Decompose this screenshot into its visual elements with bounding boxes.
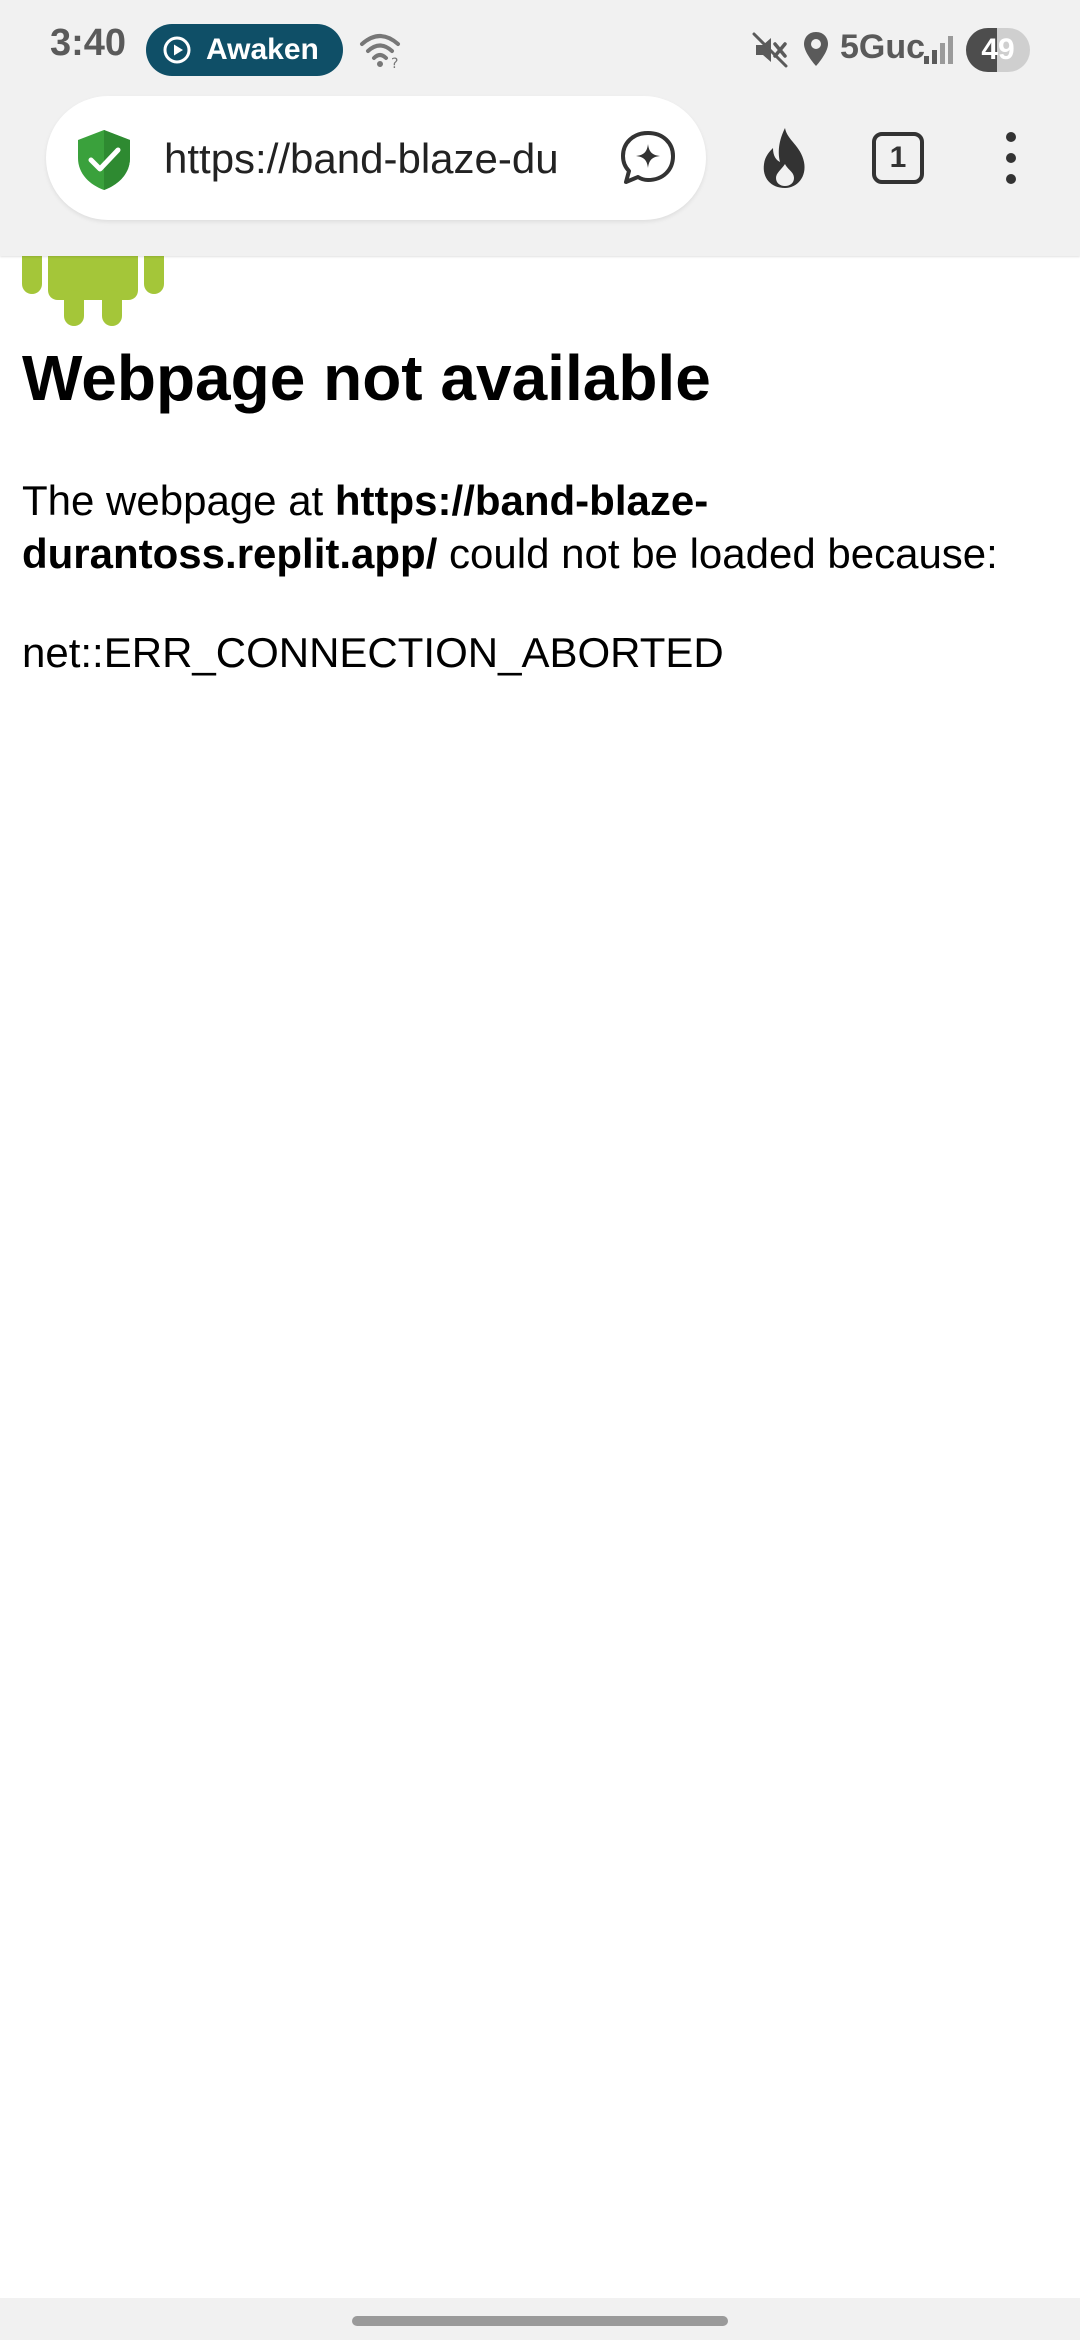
fire-icon[interactable]	[756, 126, 814, 190]
wifi-icon: ?	[358, 30, 402, 72]
url-text[interactable]: https://band-blaze-du	[164, 136, 642, 182]
mute-icon	[752, 32, 788, 68]
tab-count: 1	[889, 141, 907, 174]
signal-icon	[922, 34, 956, 66]
menu-dot	[1006, 153, 1016, 163]
error-code: net::ERR_CONNECTION_ABORTED	[22, 629, 724, 676]
system-navigation-area	[0, 2298, 1080, 2340]
gesture-handle[interactable]	[352, 2316, 728, 2326]
menu-dot	[1006, 174, 1016, 184]
play-circle-icon	[162, 35, 192, 65]
notification-pill-label: Awaken	[206, 33, 319, 66]
tab-switcher-button[interactable]: 1	[872, 132, 924, 184]
svg-text:?: ?	[391, 56, 398, 70]
assistant-sparkle-icon[interactable]	[618, 128, 678, 188]
error-description-prefix: The webpage at	[22, 477, 335, 524]
shield-check-icon[interactable]	[74, 128, 134, 192]
battery-indicator: 49	[966, 28, 1030, 72]
location-icon	[802, 30, 830, 68]
status-time: 3:40	[50, 22, 127, 64]
browser-top-chrome: 3:40 Awaken ? 5Guc 49 https://band-blaze…	[0, 0, 1080, 256]
error-description: The webpage at https://band-blaze-durant…	[22, 474, 1072, 580]
battery-level: 49	[981, 33, 1015, 66]
page-title: Webpage not available	[22, 342, 711, 414]
status-bar: 3:40 Awaken ? 5Guc 49	[0, 0, 1080, 96]
address-bar[interactable]: https://band-blaze-du	[46, 96, 706, 220]
more-vert-icon[interactable]	[996, 128, 1026, 188]
network-type-label: 5Guc	[840, 28, 926, 66]
menu-dot	[1006, 132, 1016, 142]
error-description-suffix: could not be loaded because:	[437, 530, 998, 577]
notification-pill-awaken[interactable]: Awaken	[146, 24, 343, 76]
